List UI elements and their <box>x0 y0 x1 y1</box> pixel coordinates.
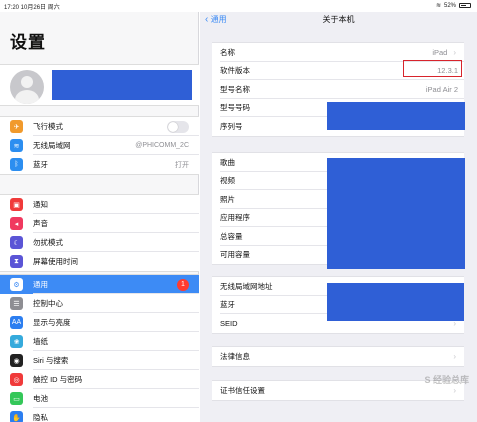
gear-icon: ⚙ <box>10 278 23 291</box>
wallpaper-icon: ❀ <box>10 335 23 348</box>
sidebar-group: ✈ 飞行模式 ≋ 无线局域网 @PHICOMM_2C ᛒ 蓝牙 打开 <box>0 116 199 175</box>
sidebar-item[interactable]: ✈ 飞行模式 <box>0 117 199 136</box>
detail-row-value: iPad <box>432 47 448 57</box>
control-center-icon: ☰ <box>10 297 23 310</box>
page-title: 关于本机 <box>322 15 355 24</box>
sidebar-item-label: 无线局域网 <box>33 141 71 150</box>
sidebar-item-label: 电池 <box>33 394 48 403</box>
sound-icon: ◂ <box>10 217 23 230</box>
sidebar-item-label: 通知 <box>33 200 48 209</box>
sidebar-item-label: 通用 <box>33 280 48 289</box>
version-highlight <box>403 60 462 77</box>
avatar <box>10 70 44 104</box>
sidebar-item[interactable]: ◎ 触控 ID 与密码 <box>0 370 199 389</box>
redacted-serial <box>327 102 465 130</box>
status-indicators: ≋ 52% <box>436 2 471 9</box>
sidebar-item[interactable]: ᛒ 蓝牙 打开 <box>0 155 199 174</box>
watermark: S 经验总库 <box>424 375 469 385</box>
about-pane: ‹ 通用 关于本机 名称 iPad › 软件版本 12.3.1 型号名称 iPad Air … <box>200 12 477 422</box>
sidebar-item[interactable]: ⧗ 屏幕使用时间 <box>0 252 199 271</box>
detail-row-value: iPad Air 2 <box>425 84 458 94</box>
sidebar-item-label: 勿扰模式 <box>33 238 63 247</box>
sidebar-item[interactable]: ☰ 控制中心 <box>0 294 199 313</box>
display-icon: AA <box>10 316 23 329</box>
sidebar-item-value: @PHICOMM_2C <box>135 142 189 149</box>
detail-row-label: 型号名称 <box>220 84 250 94</box>
detail-row: 型号名称 iPad Air 2 <box>212 80 464 99</box>
detail-row-label: 证书信任设置 <box>220 385 265 395</box>
sidebar-item-label: 蓝牙 <box>33 160 48 169</box>
detail-row-label: 名称 <box>220 47 235 57</box>
airplane-icon: ✈ <box>10 120 23 133</box>
sidebar-item[interactable]: ☾ 勿扰模式 <box>0 233 199 252</box>
sidebar-item-value: 打开 <box>175 161 189 169</box>
sidebar-item-label: 声音 <box>33 219 48 228</box>
detail-row[interactable]: 法律信息 › <box>212 347 464 366</box>
sidebar-item-label: 控制中心 <box>33 299 63 308</box>
battery-icon <box>459 3 471 8</box>
settings-sidebar: 设置 ✈ 飞行模式 ≋ 无线局域网 @PHICOMM_2C ᛒ 蓝牙 打开 ▣ 通知 ◂ 声音 ☾ 勿扰模… <box>0 12 199 422</box>
battery-percent: 52% <box>443 2 456 9</box>
nav-bar: ‹ 通用 关于本机 <box>200 12 477 32</box>
moon-icon: ☾ <box>10 236 23 249</box>
battery-icon: ▭ <box>10 392 23 405</box>
sidebar-item-label: 飞行模式 <box>33 122 63 131</box>
chevron-right-icon: › <box>453 47 456 57</box>
chevron-right-icon: › <box>453 351 456 361</box>
detail-row[interactable]: 名称 iPad › <box>212 43 464 62</box>
detail-row-label: 法律信息 <box>220 351 250 361</box>
sidebar-item[interactable]: ▣ 通知 <box>0 195 199 214</box>
fingerprint-icon: ◎ <box>10 373 23 386</box>
sidebar-item[interactable]: AA 显示与亮度 <box>0 313 199 332</box>
wifi-icon: ≋ <box>10 139 23 152</box>
sidebar-item-label: 触控 ID 与密码 <box>33 375 83 384</box>
sidebar-group: ⚙ 通用 1 ☰ 控制中心 AA 显示与亮度 ❀ 墙纸 ◉ Siri 与搜索 ◎ 触控 ID 与密码 ▭ 电… <box>0 274 199 422</box>
sidebar-item[interactable]: ◂ 声音 <box>0 214 199 233</box>
sidebar-group: ▣ 通知 ◂ 声音 ☾ 勿扰模式 ⧗ 屏幕使用时间 <box>0 194 199 272</box>
sidebar-item-label: Siri 与搜索 <box>33 356 69 365</box>
sidebar-item[interactable]: ◉ Siri 与搜索 <box>0 351 199 370</box>
status-bar: 17:20 10月26日 周六 ≋ 52% <box>0 0 477 12</box>
detail-group: 法律信息 › <box>212 346 464 367</box>
sidebar-item[interactable]: ✋ 隐私 <box>0 408 199 422</box>
update-badge: 1 <box>177 278 189 291</box>
sidebar-item-label: 屏幕使用时间 <box>33 257 78 266</box>
sidebar-item[interactable]: ❀ 墙纸 <box>0 332 199 351</box>
sidebar-item[interactable]: ≋ 无线局域网 @PHICOMM_2C <box>0 136 199 155</box>
wifi-status-icon: ≋ <box>435 3 441 9</box>
hand-icon: ✋ <box>10 411 23 422</box>
sidebar-title: 设置 <box>10 33 46 52</box>
sidebar-item-label: 墙纸 <box>33 337 48 346</box>
sidebar-item[interactable]: ▭ 电池 <box>0 389 199 408</box>
sidebar-item-label: 显示与亮度 <box>33 318 71 327</box>
sidebar-item-label: 隐私 <box>33 413 48 422</box>
airplane-mode-toggle[interactable] <box>167 120 189 133</box>
siri-icon: ◉ <box>10 354 23 367</box>
status-time: 17:20 10月26日 周六 <box>4 5 60 11</box>
hourglass-icon: ⧗ <box>10 255 23 268</box>
bluetooth-icon: ᛒ <box>10 158 23 171</box>
redacted-addresses <box>327 283 464 321</box>
sidebar-item[interactable]: ⚙ 通用 1 <box>0 275 199 294</box>
apple-id-profile[interactable] <box>0 64 199 106</box>
redacted-storage <box>327 158 465 269</box>
redacted-name <box>52 70 192 100</box>
chevron-right-icon: › <box>453 385 456 395</box>
notifications-icon: ▣ <box>10 198 23 211</box>
